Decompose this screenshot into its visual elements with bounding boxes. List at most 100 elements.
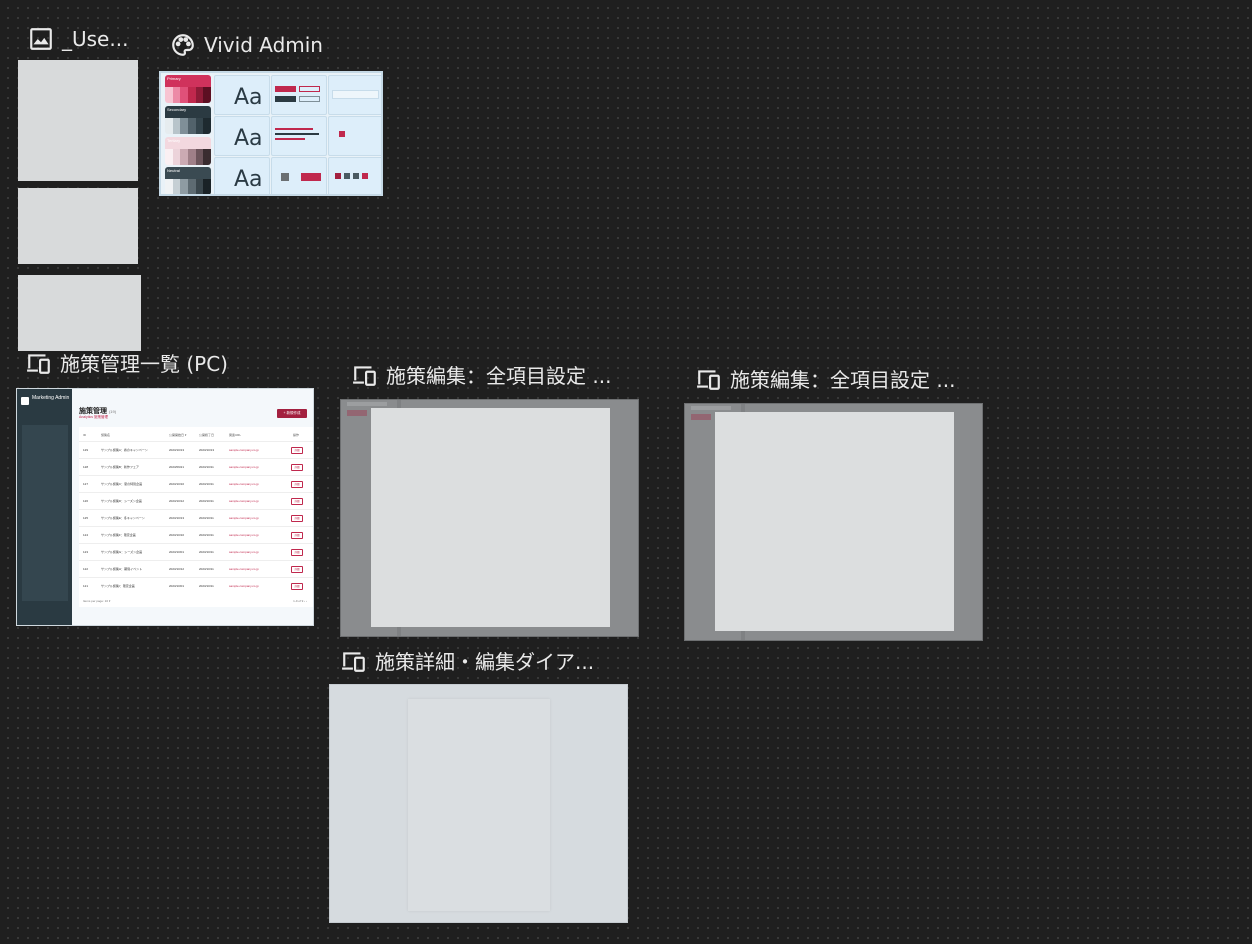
table-row[interactable]: 123 サンプル施策G：シーズン企画 2023/10/01 2023/10/11 sam… xyxy=(79,543,313,561)
column-header[interactable]: 公開開始日 ▾ xyxy=(169,433,186,437)
line-sample-3 xyxy=(275,138,305,140)
table-row[interactable]: 124 サンプル施策F：限定企画 2023/10/10 2023/10/11 sampl… xyxy=(79,526,313,544)
background-header xyxy=(347,402,387,406)
table-row[interactable]: 128 サンプル施策B：新作フェア 2023/09/21 2023/10/11 samp… xyxy=(79,458,313,476)
row-url[interactable]: sample.company.co.jp xyxy=(229,516,259,520)
user-image-frame-2[interactable] xyxy=(18,188,138,264)
row-name: サンプル施策H：期間イベント xyxy=(101,567,143,571)
swatch-tone xyxy=(188,149,196,165)
devices-icon xyxy=(27,353,50,374)
row-start: 2023/10/01 xyxy=(169,550,185,554)
user-image-title: _Use... xyxy=(62,27,129,51)
campaign-detail-label[interactable]: 施策詳細・編集ダイア... xyxy=(341,646,594,675)
row-name: サンプル施策C：夏の特別企画 xyxy=(101,482,143,486)
pagination[interactable]: 1-9 of 9 ‹ › xyxy=(293,599,307,603)
row-end: 2023/10/11 xyxy=(199,499,214,503)
background-button xyxy=(347,410,367,416)
sidebar-nav xyxy=(22,425,68,601)
swatch-tone xyxy=(165,149,173,165)
campaign-edit-2-label[interactable]: 施策編集：全項目設定 ... xyxy=(696,364,955,393)
campaign-edit-2-title: 施策編集：全項目設定 ... xyxy=(730,368,956,392)
row-name: サンプル施策D：シーズン企画 xyxy=(101,499,142,503)
row-url[interactable]: sample.company.co.jp xyxy=(229,465,259,469)
row-url[interactable]: sample.company.co.jp xyxy=(229,448,259,452)
swatch-tone xyxy=(172,179,181,194)
vivid-admin-frame[interactable]: Primary Secondary Tertiary Neutral Aa Aa Aa xyxy=(159,71,383,196)
campaign-edit-1-label[interactable]: 施策編集：全項目設定 ... xyxy=(352,360,611,389)
row-url[interactable]: sample.company.co.jp xyxy=(229,499,259,503)
rows-per-page[interactable]: Items per page: 10 ▾ xyxy=(83,599,110,603)
column-header: 操作 xyxy=(293,433,300,437)
row-start: 2023/10/01 xyxy=(169,584,185,588)
campaign-table: ID 施策名 公開開始日 ▾ 公開終了日 関連URL 操作 129 サンプル施策A：春のキャ… xyxy=(79,427,313,607)
row-end: 2023/10/11 xyxy=(199,465,214,469)
user-image-frame-3[interactable] xyxy=(18,275,141,351)
edit-dialog xyxy=(715,412,954,631)
vivid-admin-title: Vivid Admin xyxy=(204,33,323,57)
column-header: ID xyxy=(83,433,86,437)
swatch-tone xyxy=(180,179,189,194)
campaign-list-pc-label[interactable]: 施策管理一覧 (PC) xyxy=(26,348,228,377)
user-image-frame-1[interactable] xyxy=(18,60,138,181)
campaign-edit-1-frame[interactable] xyxy=(340,399,639,637)
table-row[interactable]: 122 サンプル施策H：期間イベント 2023/10/12 2023/10/11 sam… xyxy=(79,560,313,578)
row-id: 121 xyxy=(83,584,89,588)
column-header: 公開終了日 xyxy=(199,433,215,437)
swatch-tone xyxy=(188,87,196,103)
vivid-admin-label[interactable]: Vivid Admin xyxy=(170,32,323,58)
row-detail-button[interactable]: 詳細 xyxy=(291,566,303,573)
chip-sample-2 xyxy=(344,173,350,179)
row-detail-button[interactable]: 詳細 xyxy=(291,498,303,505)
secondary-button-sample xyxy=(299,86,320,92)
palette-icon xyxy=(172,34,194,56)
new-campaign-button[interactable]: + 新規作成 xyxy=(277,409,307,418)
devices-icon xyxy=(342,651,365,672)
swatch-primary: Primary xyxy=(165,75,211,103)
swatch-tone xyxy=(195,179,204,194)
user-image-label[interactable]: _Use... xyxy=(28,26,128,52)
brand-logo xyxy=(21,397,29,405)
swatch-tone xyxy=(195,118,204,134)
campaign-list-pc-frame[interactable]: Marketing Admin 施策管理 (19) Analytics 施策管理… xyxy=(16,388,314,626)
lines-cell xyxy=(271,116,327,156)
row-detail-button[interactable]: 詳細 xyxy=(291,447,303,454)
row-start: 2023/09/21 xyxy=(169,465,185,469)
row-url[interactable]: sample.company.co.jp xyxy=(229,482,259,486)
row-detail-button[interactable]: 詳細 xyxy=(291,549,303,556)
swatch-tone xyxy=(180,149,189,165)
swatch-name: Tertiary xyxy=(165,137,211,149)
campaign-edit-2-frame[interactable] xyxy=(684,403,983,641)
row-url[interactable]: sample.company.co.jp xyxy=(229,584,259,588)
table-row[interactable]: 121 サンプル施策I：限定企画 2023/10/01 2023/10/11 sampl… xyxy=(79,577,313,595)
row-detail-button[interactable]: 詳細 xyxy=(291,532,303,539)
breadcrumb: Analytics 施策管理 xyxy=(79,415,108,419)
table-row[interactable]: 125 サンプル施策E：冬キャンペーン 2023/10/13 2023/10/11 sa… xyxy=(79,509,313,527)
row-end: 2023/10/11 xyxy=(199,567,214,571)
row-id: 127 xyxy=(83,482,89,486)
swatch-tertiary: Tertiary xyxy=(165,137,211,165)
campaign-list-pc-title: 施策管理一覧 (PC) xyxy=(60,352,228,376)
brand-name: Marketing Admin xyxy=(32,395,70,401)
icon-set-sample xyxy=(339,131,345,137)
row-detail-button[interactable]: 詳細 xyxy=(291,464,303,471)
swatch-tone xyxy=(165,179,173,194)
row-name: サンプル施策B：新作フェア xyxy=(101,465,139,469)
swatch-name: Primary xyxy=(165,75,211,87)
row-detail-button[interactable]: 詳細 xyxy=(291,481,303,488)
table-row[interactable]: 127 サンプル施策C：夏の特別企画 2023/10/10 2023/10/11 sam… xyxy=(79,475,313,493)
swatch-tone xyxy=(172,149,181,165)
column-header: 施策名 xyxy=(101,433,111,437)
row-start: 2023/10/10 xyxy=(169,482,185,486)
row-detail-button[interactable]: 詳細 xyxy=(291,515,303,522)
row-url[interactable]: sample.company.co.jp xyxy=(229,567,259,571)
row-end: 2023/10/11 xyxy=(199,533,214,537)
button-cell xyxy=(271,75,327,115)
row-url[interactable]: sample.company.co.jp xyxy=(229,550,259,554)
outlined-button-sample xyxy=(299,96,320,102)
campaign-detail-frame[interactable] xyxy=(329,684,628,923)
table-row[interactable]: 129 サンプル施策A：春のキャンペーン 2023/10/13 2023/10/13 s… xyxy=(79,441,313,459)
row-detail-button[interactable]: 詳細 xyxy=(291,583,303,590)
table-row[interactable]: 126 サンプル施策D：シーズン企画 2023/10/12 2023/10/11 sam… xyxy=(79,492,313,510)
swatch-tone xyxy=(180,87,189,103)
row-url[interactable]: sample.company.co.jp xyxy=(229,533,259,537)
